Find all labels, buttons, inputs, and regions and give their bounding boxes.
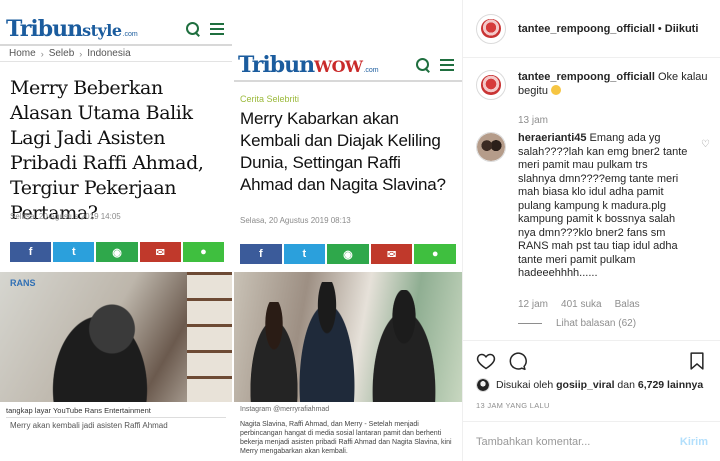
article-date: Selasa, 20 Agustus 2019 14:05 [10, 212, 121, 221]
comment-likes[interactable]: 401 suka [561, 299, 602, 310]
post-timestamp[interactable]: 13 JAM YANG LALU [476, 401, 550, 410]
facebook-icon: f [10, 242, 52, 262]
instagram-post-panel: tantee_rempoong_officiall • Diikuti tant… [462, 0, 720, 461]
separator: • [657, 22, 662, 35]
liked-by-prefix: Disukai oleh [496, 379, 554, 391]
site-header: Tribun style .com [0, 14, 232, 44]
action-bar [463, 340, 720, 376]
article-date: Selasa, 20 Agustus 2019 08:13 [240, 216, 351, 225]
liked-by-middle: dan [617, 379, 635, 391]
breadcrumb-item: Home [9, 48, 36, 59]
avatar[interactable] [476, 13, 506, 44]
comment: heraerianti45 Emang ada yg salah????lah … [476, 132, 711, 281]
photo-credit: Instagram @merryrafiahmad [240, 406, 330, 413]
smiley-emoji-icon [551, 85, 562, 95]
logo-word: WOW [314, 57, 363, 76]
rans-logo: RANS [10, 278, 36, 288]
twitter-icon: t [53, 242, 95, 262]
logo-domain: .com [122, 31, 138, 38]
article-headline: Merry Kabarkan akan Kembali dan Diajak K… [240, 109, 446, 194]
bookmark-icon[interactable] [687, 351, 707, 371]
comment-icon[interactable] [507, 351, 527, 371]
liked-by: Disukai oleh gosiip_viral dan 6,729 lain… [476, 378, 703, 392]
liked-by-others[interactable]: 6,729 lainnya [638, 379, 703, 391]
article-headline: Merry Beberkan Alasan Utama Balik Lagi J… [10, 77, 204, 224]
tribunwow-logo: Tribun WOW .com [238, 52, 379, 78]
liked-by-user[interactable]: gosiip_viral [556, 379, 614, 391]
post-header: tantee_rempoong_officiall • Diikuti [463, 0, 720, 58]
twitter-icon: t [283, 244, 326, 264]
search-icon [186, 22, 200, 36]
view-replies-button[interactable]: Lihat balasan (62) [518, 318, 636, 329]
logo-domain: .com [363, 67, 379, 74]
comment-like-heart-icon[interactable]: ♡ [701, 140, 711, 150]
article-topic: Cerita Selebriti [240, 94, 300, 104]
add-comment-bar: Kirim [463, 421, 720, 461]
caption-time: 13 jam [518, 115, 549, 126]
line-icon: ● [182, 242, 225, 262]
post-image: Tribun style .com Home › Seleb › Indones… [0, 0, 462, 461]
reply-button[interactable]: Balas [615, 299, 640, 310]
share-bar: f t ◉ ✉ ● [240, 244, 456, 264]
comment-username[interactable]: heraerianti45 [518, 132, 586, 144]
comment-input[interactable] [476, 435, 680, 448]
breadcrumb: Home › Seleb › Indonesia [0, 44, 232, 62]
logo-main: Tribun [6, 16, 83, 42]
breadcrumb-item: Seleb [48, 48, 75, 59]
article-photo: RANS [0, 272, 232, 402]
comment-meta: 12 jam 401 suka Balas [518, 299, 640, 310]
avatar[interactable] [476, 70, 506, 100]
site-header: Tribun WOW .com [234, 50, 462, 82]
photo-caption: Nagita Slavina, Raffi Ahmad, dan Merry -… [240, 421, 452, 455]
photo-credit: tangkap layar YouTube Rans Entertainment [6, 406, 151, 415]
avatar[interactable] [476, 378, 490, 392]
whatsapp-icon: ◉ [96, 242, 138, 262]
menu-icon [440, 59, 454, 71]
mail-icon: ✉ [139, 242, 181, 262]
tribunstyle-logo: Tribun style .com [6, 16, 138, 42]
view-replies-label: Lihat balasan (62) [556, 318, 637, 329]
menu-icon [210, 23, 224, 35]
whatsapp-icon: ◉ [327, 244, 369, 264]
comment-text: Emang ada yg salah????lah kan emg bner2 … [518, 132, 688, 279]
post-comment-button[interactable]: Kirim [680, 436, 708, 448]
avatar[interactable] [476, 132, 506, 162]
breadcrumb-item: Indonesia [87, 48, 131, 59]
username-link[interactable]: tantee_rempoong_officiall [518, 23, 655, 35]
search-icon [416, 58, 430, 72]
logo-word: style [82, 21, 122, 40]
line-icon: ● [414, 244, 456, 264]
article-photo [234, 272, 462, 402]
facebook-icon: f [240, 244, 282, 264]
article-screenshot-tribunwow: Tribun WOW .com Cerita Selebriti Merry K… [234, 50, 462, 461]
comment-time[interactable]: 12 jam [518, 299, 548, 310]
photo-caption: Merry akan kembali jadi asisten Raffi Ah… [10, 421, 168, 430]
chevron-right-icon: › [40, 48, 44, 59]
mail-icon: ✉ [370, 244, 413, 264]
caption-username[interactable]: tantee_rempoong_officiall [518, 71, 655, 83]
following-button[interactable]: Diikuti [665, 23, 699, 35]
logo-main: Tribun [238, 52, 315, 78]
article-screenshot-tribunstyle: Tribun style .com Home › Seleb › Indones… [0, 14, 232, 461]
heart-icon[interactable] [476, 351, 496, 371]
share-bar: f t ◉ ✉ ● [10, 242, 225, 262]
chevron-right-icon: › [79, 48, 83, 59]
caption: tantee_rempoong_officiall Oke kalau begi… [476, 70, 711, 100]
